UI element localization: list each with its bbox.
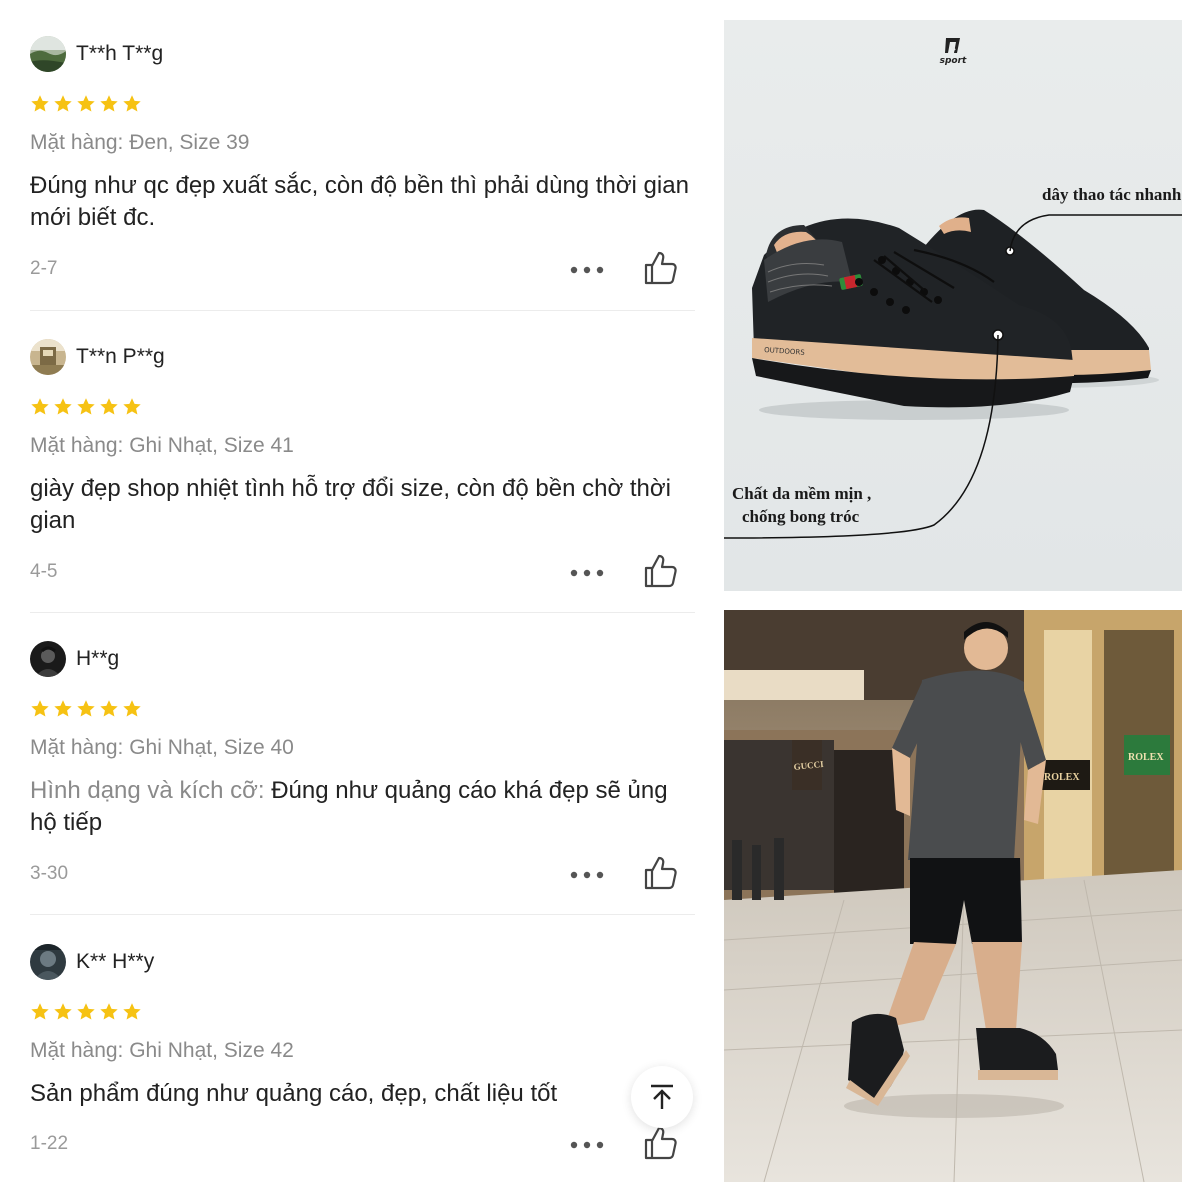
username[interactable]: H**g [76, 647, 119, 671]
comment-prefix: Hình dạng và kích cỡ: [30, 777, 272, 804]
comment-text: giày đẹp shop nhiệt tình hỗ trợ đổi size… [30, 475, 671, 534]
review-footer: 3-30 [30, 855, 695, 895]
review-footer: 4-5 [30, 553, 695, 593]
star-icon [31, 700, 49, 717]
review-header: H**g [30, 641, 695, 677]
thumbs-up-icon[interactable] [642, 1125, 678, 1161]
more-options-icon[interactable] [570, 1141, 604, 1149]
review-comment: giày đẹp shop nhiệt tình hỗ trợ đổi size… [30, 473, 695, 537]
username[interactable]: T**h T**g [76, 42, 163, 66]
star-icon [100, 398, 118, 415]
divider [30, 914, 695, 915]
star-icon [77, 700, 95, 717]
review-comment: Hình dạng và kích cỡ: Đúng như quảng cáo… [30, 775, 695, 839]
review-footer: 2-7 [30, 250, 695, 290]
review-list: T**h T**g Mặt hàng: Đen, Size 39 Đúng nh… [0, 0, 712, 1200]
star-icon [77, 95, 95, 112]
review-item: H**g Mặt hàng: Ghi Nhạt, Size 40 Hình dạ… [30, 641, 695, 890]
review-header: T**h T**g [30, 36, 695, 72]
store-sign-rolex-2: ROLEX [1128, 752, 1164, 763]
star-icon [54, 700, 72, 717]
lifestyle-image[interactable]: ROLEX ROLEX GUCCI [724, 610, 1182, 1182]
review-header: K** H**y [30, 944, 695, 980]
star-icon [100, 1003, 118, 1020]
store-sign-rolex: ROLEX [1044, 772, 1080, 783]
star-icon [54, 95, 72, 112]
star-icon [54, 1003, 72, 1020]
scroll-to-top-icon [651, 1084, 673, 1109]
variant-info: Mặt hàng: Ghi Nhạt, Size 42 [30, 1039, 294, 1062]
more-options-icon[interactable] [570, 569, 604, 577]
star-icon [31, 95, 49, 112]
star-icon [100, 700, 118, 717]
divider [30, 310, 695, 311]
comment-text: Sản phẩm đúng như quảng cáo, đẹp, chất l… [30, 1080, 558, 1107]
review-date: 4-5 [30, 561, 58, 582]
thumbs-up-icon[interactable] [642, 855, 678, 891]
thumbs-up-icon[interactable] [642, 250, 678, 286]
review-item: T**n P**g Mặt hàng: Ghi Nhạt, Size 41 gi… [30, 339, 695, 588]
comment-text: Đúng như qc đẹp xuất sắc, còn độ bền thì… [30, 172, 689, 231]
username[interactable]: T**n P**g [76, 345, 165, 369]
star-icon [77, 1003, 95, 1020]
review-item: T**h T**g Mặt hàng: Đen, Size 39 Đúng nh… [30, 36, 695, 285]
star-icon [123, 95, 141, 112]
review-footer: 1-22 [30, 1125, 695, 1165]
scroll-to-top-button[interactable] [631, 1066, 693, 1128]
star-rating [30, 699, 695, 719]
star-icon [31, 1003, 49, 1020]
variant-info: Mặt hàng: Đen, Size 39 [30, 131, 250, 154]
star-rating [30, 1002, 695, 1022]
star-icon [123, 700, 141, 717]
annotation-leather-line2: chống bong tróc [742, 507, 860, 526]
variant-info: Mặt hàng: Ghi Nhạt, Size 41 [30, 434, 294, 457]
star-rating [30, 94, 695, 114]
mall-scene: ROLEX ROLEX GUCCI [724, 610, 1182, 1182]
product-image[interactable]: sport OUTDOORS dây thao tác nhanh Chất d… [724, 20, 1182, 591]
review-date: 1-22 [30, 1133, 69, 1154]
review-item: K** H**y Mặt hàng: Ghi Nhạt, Size 42 Sản… [30, 944, 695, 1160]
star-rating [30, 397, 695, 417]
star-icon [123, 398, 141, 415]
username[interactable]: K** H**y [76, 950, 154, 974]
star-icon [123, 1003, 141, 1020]
annotation-leather-line1: Chất da mềm mịn , [732, 484, 872, 503]
star-icon [54, 398, 72, 415]
review-comment: Sản phẩm đúng như quảng cáo, đẹp, chất l… [30, 1078, 695, 1110]
annotation-leather: Chất da mềm mịn , chống bong tróc [732, 482, 922, 528]
star-icon [77, 398, 95, 415]
divider [30, 612, 695, 613]
user-avatar[interactable] [30, 641, 66, 677]
thumbs-up-icon[interactable] [642, 553, 678, 589]
review-date: 2-7 [30, 258, 58, 279]
star-icon [31, 398, 49, 415]
user-avatar[interactable] [30, 944, 66, 980]
review-date: 3-30 [30, 863, 69, 884]
more-options-icon[interactable] [570, 871, 604, 879]
review-header: T**n P**g [30, 339, 695, 375]
user-avatar[interactable] [30, 36, 66, 72]
variant-info: Mặt hàng: Ghi Nhạt, Size 40 [30, 736, 294, 759]
review-comment: Đúng như qc đẹp xuất sắc, còn độ bền thì… [30, 170, 695, 234]
user-avatar[interactable] [30, 339, 66, 375]
star-icon [100, 95, 118, 112]
more-options-icon[interactable] [570, 266, 604, 274]
annotation-laces: dây thao tác nhanh [1042, 185, 1182, 204]
